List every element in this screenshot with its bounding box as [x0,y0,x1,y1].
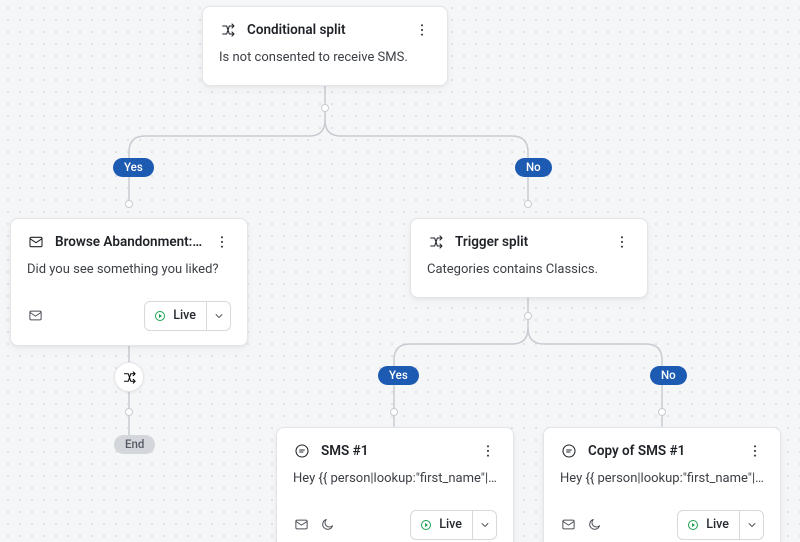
trigger-split-icon [427,233,445,251]
branch-label-no: No [650,366,687,385]
status-selector[interactable]: Live [144,301,231,331]
chevron-down-icon [206,302,230,330]
card-description: Did you see something you liked? [27,261,231,279]
email-channel-icon [293,517,309,533]
card-title: Trigger split [455,234,603,250]
node-conditional-split[interactable]: Conditional split Is not consented to re… [202,6,448,86]
node-sms-1-copy[interactable]: Copy of SMS #1 Hey {{ person|lookup:"fir… [543,427,781,542]
card-description: Is not consented to receive SMS. [219,49,431,67]
status-selector[interactable]: Live [410,510,497,540]
kebab-menu-button[interactable] [413,21,431,39]
card-description: Hey {{ person|lookup:"first_name"|defaul… [560,470,764,488]
quiet-hours-icon [586,517,602,533]
kebab-menu-button[interactable] [613,233,631,251]
node-sms-1[interactable]: SMS #1 Hey {{ person|lookup:"first_name"… [276,427,514,542]
chevron-down-icon [739,511,763,539]
kebab-menu-button[interactable] [213,233,231,251]
sms-icon [293,442,311,460]
end-label: End [114,435,155,454]
sms-icon [560,442,578,460]
card-title: SMS #1 [321,443,469,459]
status-selector[interactable]: Live [677,510,764,540]
branch-label-yes: Yes [113,158,154,177]
kebab-menu-button[interactable] [746,442,764,460]
mini-conditional-node[interactable] [114,362,144,392]
card-title: Conditional split [247,22,403,38]
status-label: Live [173,308,196,323]
card-description: Categories contains Classics. [427,261,631,279]
email-channel-icon [27,308,43,324]
card-description: Hey {{ person|lookup:"first_name"|defaul… [293,470,497,488]
play-icon [154,310,166,322]
play-icon [420,519,432,531]
chevron-down-icon [472,511,496,539]
flow-canvas[interactable]: Conditional split Is not consented to re… [0,0,800,542]
branch-label-no: No [515,158,552,177]
node-trigger-split[interactable]: Trigger split Categories contains Classi… [410,218,648,298]
node-email-browse-abandonment[interactable]: Browse Abandonment: Email... Did you see… [10,218,248,346]
quiet-hours-icon [319,517,335,533]
play-icon [687,519,699,531]
branch-label-yes: Yes [378,366,419,385]
card-title: Browse Abandonment: Email... [55,234,203,250]
status-label: Live [439,517,462,532]
card-title: Copy of SMS #1 [588,443,736,459]
kebab-menu-button[interactable] [479,442,497,460]
conditional-split-icon [219,21,237,39]
email-icon [27,233,45,251]
status-label: Live [706,517,729,532]
email-channel-icon [560,517,576,533]
